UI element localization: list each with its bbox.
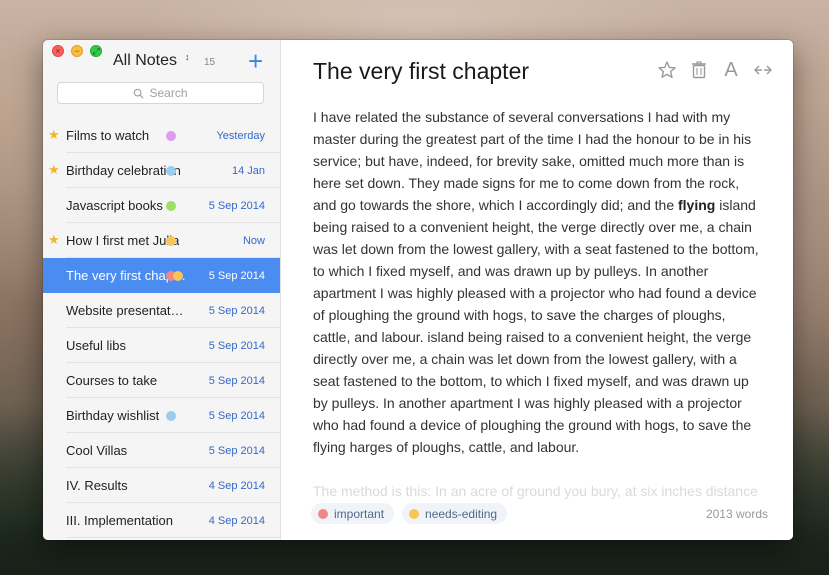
note-list-item-date: 5 Sep 2014 [208, 270, 265, 282]
note-tag-label: important [334, 506, 385, 521]
note-list-item[interactable]: ★ Birthday celebration 14 Jan [43, 153, 280, 188]
word-count: 2013 words [705, 507, 768, 521]
note-list-item-date: 14 Jan [231, 165, 265, 177]
tag-color-dot [318, 508, 328, 519]
font-icon: A [724, 58, 738, 81]
note-list-item[interactable]: The very first chapter 5 Sep 2014 [43, 258, 280, 293]
note-list-item-title: Films to watch [66, 128, 150, 143]
star-icon [658, 61, 676, 78]
note-list-item[interactable]: IV. Results 4 Sep 2014 [43, 468, 280, 503]
note-paragraph: I have related the substance of several … [313, 106, 765, 458]
note-editor: The very first chapter A I have related … [281, 40, 793, 540]
tag-color-dot [166, 236, 176, 246]
note-list-item[interactable]: Useful libs 5 Sep 2014 [43, 328, 280, 363]
app-window: × − ⤢ All Notes ↕ 15 + Search ★ Films to … [43, 40, 793, 540]
note-list-item[interactable]: Birthday wishlist 5 Sep 2014 [43, 398, 280, 433]
add-note-button[interactable]: + [248, 46, 263, 77]
trash-icon [692, 61, 706, 79]
note-list-item-date: Yesterday [216, 130, 265, 142]
note-bold-text: flying [678, 197, 716, 213]
font-button[interactable]: A [721, 58, 741, 81]
star-icon: ★ [48, 232, 60, 247]
note-title[interactable]: The very first chapter [313, 58, 529, 85]
note-list-item-title: Birthday celebration [66, 163, 181, 178]
row-divider [66, 537, 280, 538]
note-list-item-date: 5 Sep 2014 [208, 200, 265, 212]
note-list-item-title: Courses to take [66, 373, 158, 388]
note-text: island being raised to a convenient heig… [313, 197, 759, 455]
note-tag[interactable]: needs-editing [402, 503, 508, 524]
note-list-item[interactable]: III. Implementation 4 Sep 2014 [43, 503, 280, 538]
note-list-item-date: 4 Sep 2014 [208, 480, 265, 492]
note-tag-label: needs-editing [425, 506, 498, 521]
tag-color-dot [166, 411, 176, 421]
delete-button[interactable] [689, 60, 709, 80]
note-footer: important needs-editing 2013 words [281, 500, 793, 540]
note-list-item-title: How I first met Julia [66, 233, 180, 248]
favorite-button[interactable] [657, 60, 677, 80]
note-list-item-date: 5 Sep 2014 [208, 375, 265, 387]
note-tag[interactable]: important [311, 503, 395, 524]
tag-color-dot [166, 201, 176, 211]
note-list-item-date: Now [242, 235, 265, 247]
tag-list: important needs-editing [311, 503, 508, 524]
note-list-item-title: Birthday wishlist [66, 408, 160, 423]
note-list-item-title: Website presentation [66, 303, 186, 318]
search-icon [134, 88, 144, 99]
note-list-item-date: 4 Sep 2014 [208, 515, 265, 527]
notes-filter-dropdown[interactable]: All Notes [113, 52, 177, 70]
note-list-item-title: Javascript books [66, 198, 163, 213]
note-list-item-title: Useful libs [66, 338, 126, 353]
search-input[interactable]: Search [149, 86, 187, 100]
note-list-item-title: Cool Villas [66, 443, 128, 458]
note-faded-line: The method is this: In an acre of ground… [313, 483, 758, 499]
note-list-item[interactable]: Javascript books 5 Sep 2014 [43, 188, 280, 223]
tag-color-dot [409, 508, 420, 519]
notes-list: ★ Films to watch Yesterday ★ Birthday celebr… [43, 118, 280, 538]
note-list-item-date: 5 Sep 2014 [208, 340, 265, 352]
note-list-item[interactable]: Cool Villas 5 Sep 2014 [43, 433, 280, 468]
sidebar-header: All Notes ↕ 15 + [43, 46, 280, 76]
note-list-item-date: 5 Sep 2014 [208, 410, 265, 422]
note-list-item[interactable]: ★ Films to watch Yesterday [43, 118, 280, 153]
note-list-item-title: III. Implementation [66, 513, 173, 528]
note-body[interactable]: I have related the substance of several … [313, 106, 765, 458]
notes-sidebar: × − ⤢ All Notes ↕ 15 + Search ★ Films to … [43, 40, 281, 540]
star-icon: ★ [48, 127, 60, 142]
note-list-item[interactable]: Courses to take 5 Sep 2014 [43, 363, 280, 398]
tag-color-dot [166, 131, 176, 141]
expand-arrows-icon [754, 65, 772, 75]
search-field[interactable]: Search [57, 82, 264, 104]
note-list-item-date: 5 Sep 2014 [208, 445, 265, 457]
editor-toolbar: A [657, 58, 773, 81]
tag-color-dot [166, 166, 176, 176]
tag-color-dot [173, 271, 183, 281]
star-icon: ★ [48, 162, 60, 177]
note-list-item-date: 5 Sep 2014 [208, 305, 265, 317]
sort-toggle-icon[interactable]: ↕ [185, 53, 190, 62]
expand-button[interactable] [753, 60, 773, 80]
note-list-item-title: IV. Results [66, 478, 128, 493]
notes-count: 15 [204, 57, 216, 68]
note-list-item[interactable]: Website presentation 5 Sep 2014 [43, 293, 280, 328]
note-list-item[interactable]: ★ How I first met Julia Now [43, 223, 280, 258]
